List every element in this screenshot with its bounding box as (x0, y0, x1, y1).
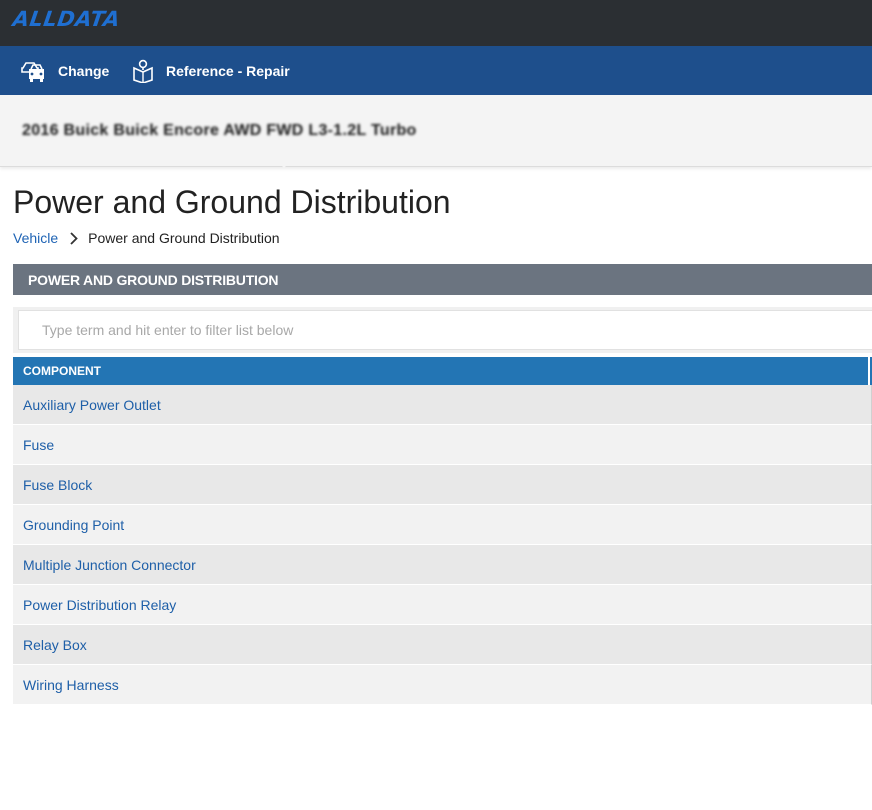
component-link[interactable]: Fuse Block (23, 477, 92, 493)
vehicle-selector[interactable]: 2016 Buick Buick Encore AWD FWD L3-1.2L … (0, 95, 872, 167)
reference-repair-button[interactable]: Reference - Repair (132, 46, 290, 95)
table-row: Fuse Block (13, 465, 872, 505)
filter-container (13, 307, 872, 353)
change-label: Change (58, 62, 110, 79)
component-table: COMPONENT Auxiliary Power Outlet Fuse Fu… (13, 357, 872, 705)
nav-bar: Change Reference - Repair (0, 46, 872, 95)
component-link[interactable]: Wiring Harness (23, 677, 119, 693)
breadcrumb: Vehicle Power and Ground Distribution (13, 230, 280, 246)
component-link[interactable]: Multiple Junction Connector (23, 557, 196, 573)
breadcrumb-current: Power and Ground Distribution (88, 230, 280, 246)
reference-repair-label: Reference - Repair (166, 62, 290, 79)
breadcrumb-vehicle-link[interactable]: Vehicle (13, 230, 58, 246)
component-link[interactable]: Auxiliary Power Outlet (23, 397, 161, 413)
vehicle-pointer-caret (276, 160, 292, 168)
table-row: Fuse (13, 425, 872, 465)
table-body: Auxiliary Power Outlet Fuse Fuse Block G… (13, 385, 872, 705)
vehicle-name: 2016 Buick Buick Encore AWD FWD L3-1.2L … (22, 122, 417, 139)
change-vehicle-button[interactable]: Change (20, 46, 109, 95)
component-link[interactable]: Fuse (23, 437, 54, 453)
section-header: POWER AND GROUND DISTRIBUTION (13, 264, 872, 295)
car-change-icon (21, 61, 44, 82)
table-row: Grounding Point (13, 505, 872, 545)
table-row: Power Distribution Relay (13, 585, 872, 625)
component-link[interactable]: Relay Box (23, 637, 87, 653)
book-reference-icon (133, 59, 153, 83)
top-bar: ALLDATA (0, 0, 872, 46)
component-link[interactable]: Power Distribution Relay (23, 597, 176, 613)
column-header-component[interactable]: COMPONENT (13, 357, 872, 385)
page-title: Power and Ground Distribution (13, 184, 451, 220)
table-row: Wiring Harness (13, 665, 872, 705)
table-row: Multiple Junction Connector (13, 545, 872, 585)
component-link[interactable]: Grounding Point (23, 517, 124, 533)
alldata-logo[interactable]: ALLDATA (11, 7, 122, 31)
chevron-right-icon (70, 231, 78, 245)
filter-input[interactable] (18, 310, 872, 350)
table-row: Auxiliary Power Outlet (13, 385, 872, 425)
table-row: Relay Box (13, 625, 872, 665)
